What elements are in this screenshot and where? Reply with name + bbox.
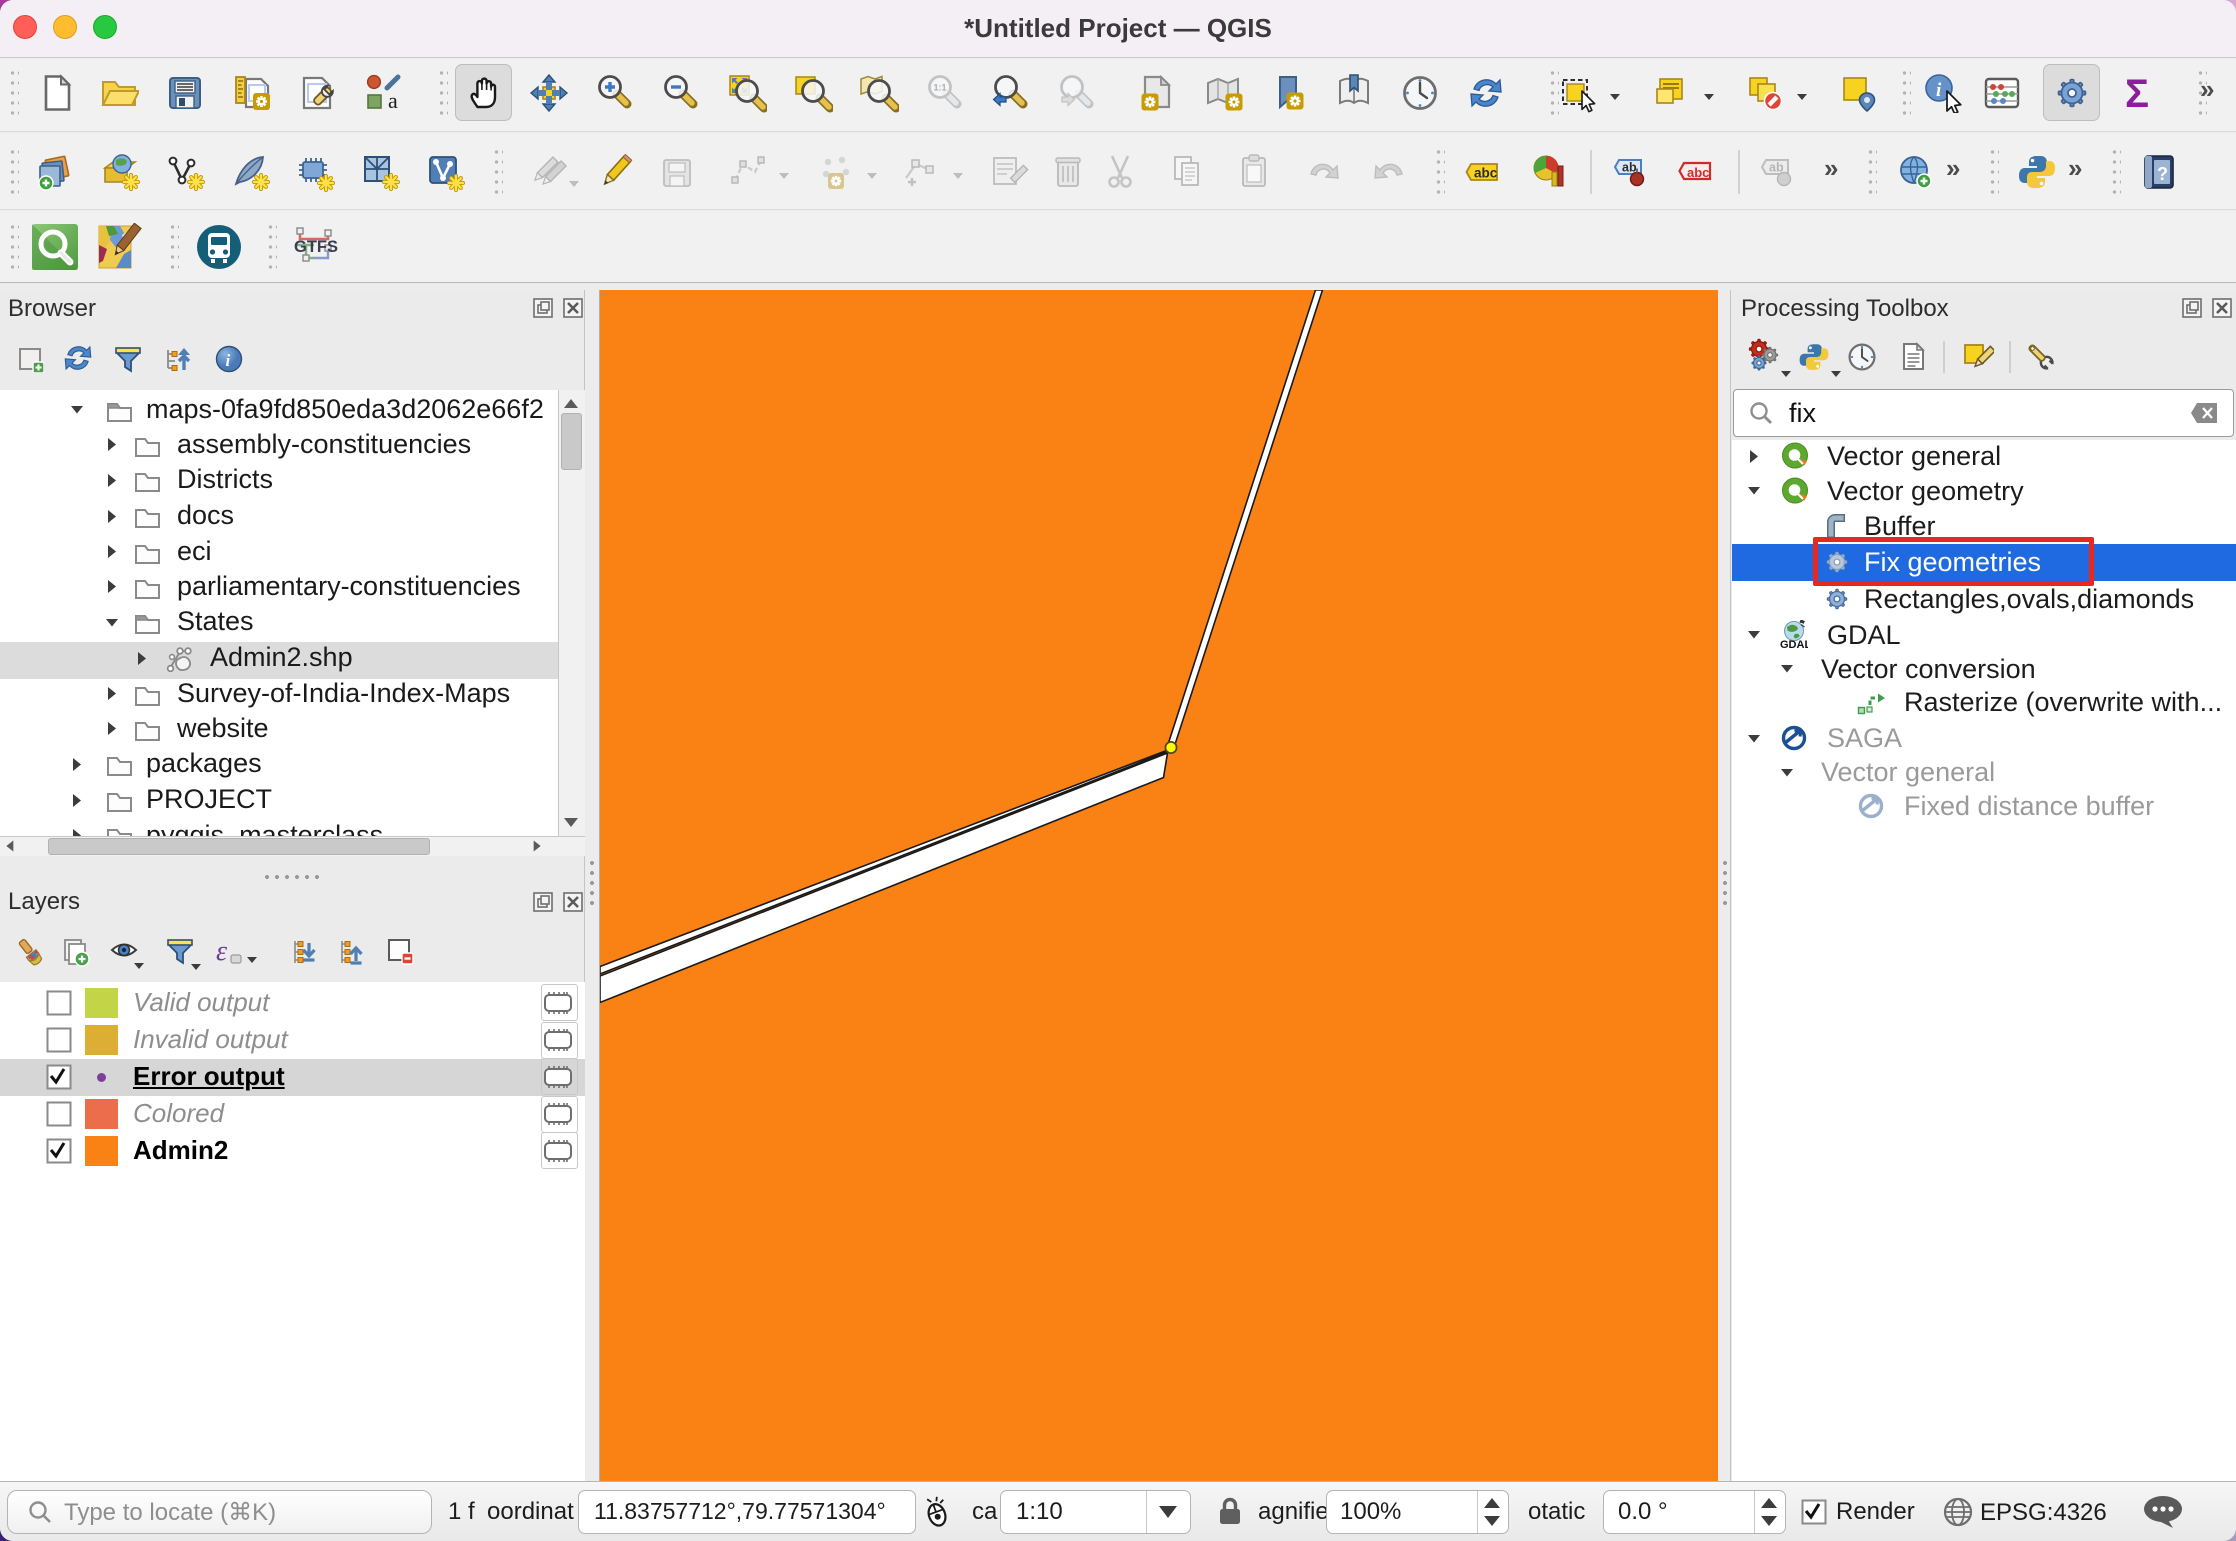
svg-text:1:1: 1:1 bbox=[934, 83, 947, 93]
svg-text:i: i bbox=[1936, 80, 1942, 101]
svg-text:abc: abc bbox=[1687, 165, 1709, 180]
svg-text:GTFS: GTFS bbox=[294, 238, 338, 256]
svg-text:»: » bbox=[1824, 153, 1838, 183]
svg-text:abc: abc bbox=[1474, 166, 1498, 181]
svg-text:GDAL: GDAL bbox=[1780, 639, 1808, 650]
svg-text:i: i bbox=[226, 351, 231, 370]
svg-text:»: » bbox=[2068, 153, 2082, 183]
svg-text:a: a bbox=[388, 88, 398, 113]
svg-text:»: » bbox=[1946, 153, 1960, 183]
svg-text:?: ? bbox=[2157, 164, 2168, 184]
svg-text:ε: ε bbox=[216, 936, 227, 966]
svg-text:»: » bbox=[2200, 74, 2214, 104]
svg-text:Σ: Σ bbox=[2125, 73, 2149, 113]
